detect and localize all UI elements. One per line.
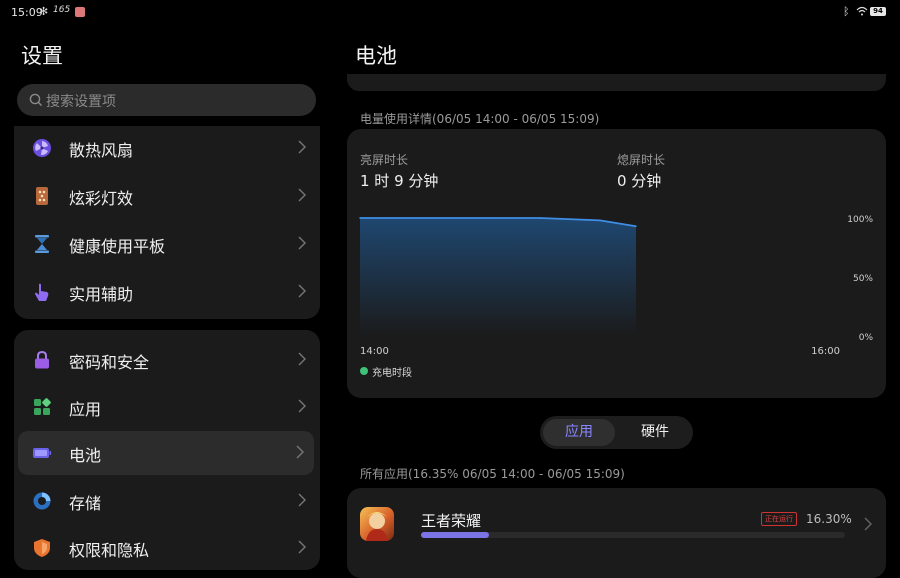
battery-icon — [33, 448, 52, 458]
hourglass-icon — [35, 235, 49, 253]
settings-item-label: 权限和隐私 — [69, 541, 150, 560]
app-notification-icon — [75, 7, 85, 17]
status-time: 15:09 — [11, 6, 43, 19]
settings-item-healthy-use[interactable]: 健康使用平板 — [14, 222, 320, 266]
charging-legend-label: 充电时段 — [372, 368, 412, 379]
battery-level-point — [479, 217, 481, 219]
x-tick-label: 14:00 — [360, 346, 389, 357]
settings-item-label: 炫彩灯效 — [69, 189, 134, 208]
refresh-rate: 165 — [53, 5, 71, 15]
lock-icon — [35, 350, 49, 369]
chevron-right-icon — [298, 493, 306, 507]
screen-off-label: 熄屏时长 — [617, 153, 666, 167]
settings-item-label: 健康使用平板 — [69, 237, 166, 256]
all-apps-label: 所有应用(16.35% 06/05 14:00 - 06/05 15:09) — [360, 467, 625, 481]
app-usage-bar — [421, 532, 845, 538]
usage-segmented-control: 应用 硬件 — [540, 416, 693, 449]
x-tick-label: 16:00 — [811, 346, 840, 357]
settings-group-2: 密码和安全 应用 电池 存储 权限和隐私 — [14, 330, 320, 570]
settings-item-label: 密码和安全 — [69, 353, 150, 372]
settings-item-label: 散热风扇 — [69, 141, 134, 160]
search-placeholder: 搜索设置项 — [46, 94, 116, 110]
usage-details-label: 电量使用详情(06/05 14:00 - 06/05 15:09) — [360, 112, 600, 126]
screen-on-label: 亮屏时长 — [360, 153, 409, 167]
settings-item-label: 应用 — [69, 400, 102, 419]
previous-card-bottom — [347, 74, 886, 91]
battery-level-chart: 100% 50% 0% 14:00 16:00 — [359, 215, 874, 357]
battery-level-point — [599, 219, 601, 222]
settings-item-label: 存储 — [69, 494, 102, 513]
settings-item-label: 实用辅助 — [69, 285, 134, 304]
fan-icon: ✻ — [39, 5, 49, 18]
chevron-right-icon — [298, 140, 306, 154]
settings-item-battery[interactable]: 电池 — [18, 431, 314, 475]
charging-legend-dot — [360, 367, 368, 375]
apps-icon — [34, 398, 51, 415]
battery-level-point — [635, 225, 637, 228]
chevron-right-icon — [298, 540, 306, 554]
chevron-right-icon — [864, 517, 872, 531]
fan-icon — [33, 139, 51, 157]
settings-item-label: 电池 — [69, 446, 102, 465]
app-usage-bar-fill — [421, 532, 489, 538]
battery-level-badge: 94 — [870, 7, 886, 16]
tab-hardware[interactable]: 硬件 — [622, 419, 688, 446]
chevron-right-icon — [298, 284, 306, 298]
hand-icon — [35, 283, 49, 301]
settings-item-apps[interactable]: 应用 — [14, 385, 320, 429]
battery-level-point — [359, 217, 361, 219]
battery-area-fill — [360, 218, 636, 336]
settings-item-password-security[interactable]: 密码和安全 — [14, 338, 320, 382]
settings-item-fan[interactable]: 散热风扇 — [14, 126, 320, 170]
screen-off-value: 0 分钟 — [617, 172, 662, 190]
settings-item-permissions-privacy[interactable]: 权限和隐私 — [14, 526, 320, 570]
app-usage-percent: 16.30% — [806, 512, 852, 526]
y-tick-label: 100% — [847, 215, 873, 225]
tab-apps[interactable]: 应用 — [543, 419, 615, 446]
battery-level-point — [539, 217, 541, 219]
chevron-right-icon — [298, 399, 306, 413]
light-effect-icon — [36, 187, 48, 205]
settings-title: 设置 — [21, 44, 63, 68]
shield-icon — [34, 539, 50, 557]
chevron-right-icon — [298, 352, 306, 366]
search-icon — [29, 93, 42, 106]
wifi-icon — [856, 6, 868, 16]
settings-item-accessibility[interactable]: 实用辅助 — [14, 270, 320, 314]
chevron-right-icon — [296, 445, 304, 459]
running-badge: 正在运行 — [761, 512, 797, 526]
search-input[interactable]: 搜索设置项 — [17, 84, 316, 116]
storage-icon — [33, 492, 51, 510]
app-icon — [360, 507, 394, 541]
settings-item-storage[interactable]: 存储 — [14, 479, 320, 523]
page-title: 电池 — [355, 44, 397, 68]
y-tick-label: 50% — [853, 274, 873, 284]
bluetooth-icon: ᛒ — [843, 5, 850, 18]
settings-group-1: 散热风扇 炫彩灯效 健康使用平板 实用辅助 — [14, 126, 320, 319]
screen-on-value: 1 时 9 分钟 — [360, 172, 439, 190]
y-tick-label: 0% — [859, 333, 874, 343]
app-name: 王者荣耀 — [421, 512, 482, 530]
chevron-right-icon — [298, 188, 306, 202]
settings-item-light-effect[interactable]: 炫彩灯效 — [14, 174, 320, 218]
chevron-right-icon — [298, 236, 306, 250]
